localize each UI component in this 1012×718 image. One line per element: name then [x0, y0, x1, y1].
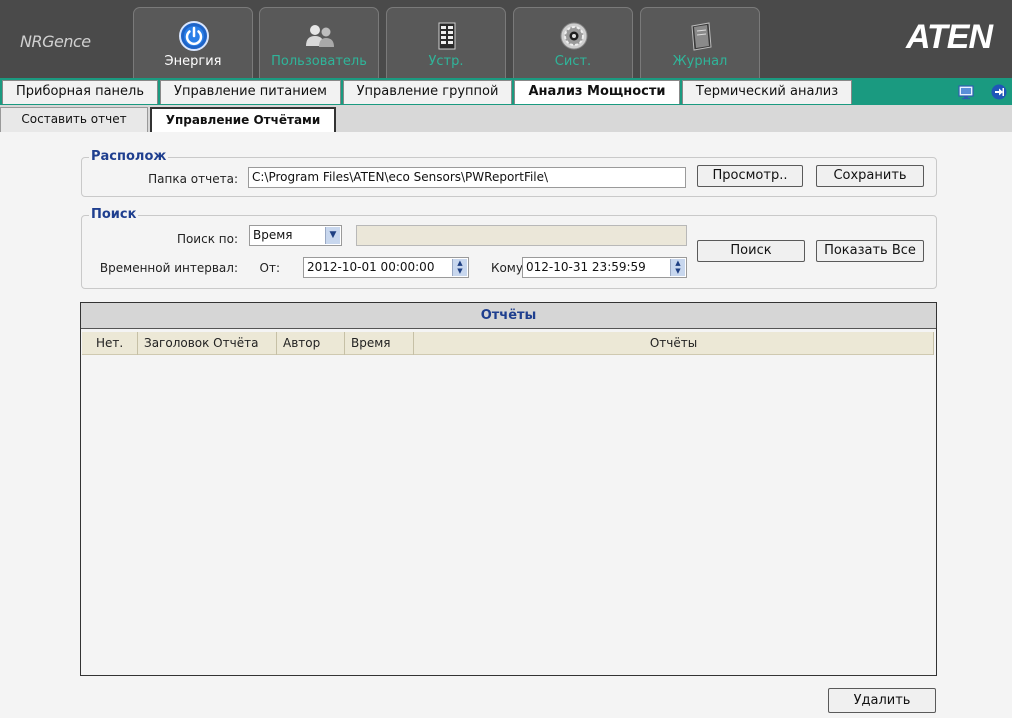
- location-group-title: Располож: [89, 149, 169, 164]
- search-text-input[interactable]: [356, 225, 687, 246]
- spin-up-icon[interactable]: ▲: [453, 259, 467, 267]
- report-navigation: Составить отчет Управление Отчётами: [0, 105, 1012, 132]
- subtab-power-management[interactable]: Управление питанием: [160, 80, 341, 104]
- reports-title: Отчёты: [81, 303, 936, 329]
- main-tab-system[interactable]: Сист.: [513, 7, 633, 78]
- tab-manage-reports[interactable]: Управление Отчётами: [150, 107, 336, 132]
- spin-down-icon[interactable]: ▼: [453, 267, 467, 275]
- users-icon: [306, 25, 334, 47]
- delete-button[interactable]: Удалить: [828, 688, 936, 713]
- column-header-reports[interactable]: Отчёты: [414, 332, 934, 355]
- from-datetime-input[interactable]: 2012-10-01 00:00:00 ▲ ▼: [303, 257, 469, 278]
- main-tab-label: Устр.: [428, 54, 464, 69]
- system-gear-icon: [560, 22, 588, 50]
- search-group: Поиск Поиск по: Время ▼ Временной интерв…: [81, 207, 937, 289]
- report-folder-label: Папка отчета:: [148, 172, 238, 186]
- column-header-author[interactable]: Автор: [277, 332, 345, 355]
- reports-table-header: Нет. Заголовок Отчёта Автор Время Отчёты: [82, 332, 934, 355]
- spin-down-icon[interactable]: ▼: [671, 267, 685, 275]
- search-by-label: Поиск по:: [176, 232, 238, 246]
- monitor-icon[interactable]: [958, 84, 974, 100]
- sub-navigation: Приборная панель Управление питанием Упр…: [0, 78, 1012, 105]
- subtab-group-management[interactable]: Управление группой: [343, 80, 512, 104]
- aten-logo: ATEN: [905, 18, 993, 56]
- top-header: NRGence Энергия Пользователь Устр. Сист.…: [0, 0, 1012, 78]
- to-datetime-input[interactable]: 012-10-31 23:59:59 ▲ ▼: [522, 257, 687, 278]
- browse-button[interactable]: Просмотр..: [697, 165, 803, 187]
- logout-icon[interactable]: [991, 84, 1007, 100]
- main-tab-label: Энергия: [164, 54, 222, 69]
- subtab-dashboard[interactable]: Приборная панель: [2, 80, 158, 104]
- from-spinner[interactable]: ▲ ▼: [452, 259, 467, 276]
- search-by-select[interactable]: Время ▼: [249, 225, 342, 246]
- column-header-time[interactable]: Время: [345, 332, 414, 355]
- subtab-power-analysis[interactable]: Анализ Мощности: [514, 80, 680, 104]
- spin-up-icon[interactable]: ▲: [671, 259, 685, 267]
- main-tab-energy[interactable]: Энергия: [133, 7, 253, 78]
- main-tab-label: Пользователь: [271, 54, 367, 69]
- from-datetime-value: 2012-10-01 00:00:00: [307, 260, 435, 274]
- main-tab-devices[interactable]: Устр.: [386, 7, 506, 78]
- nrgence-logo: NRGence: [20, 32, 91, 51]
- log-book-icon: [691, 22, 712, 51]
- search-by-value: Время: [253, 228, 293, 242]
- tab-create-report[interactable]: Составить отчет: [0, 107, 148, 132]
- main-tab-label: Сист.: [554, 54, 592, 69]
- to-label: Кому:: [490, 261, 527, 275]
- show-all-button[interactable]: Показать Все: [816, 240, 924, 262]
- column-header-title[interactable]: Заголовок Отчёта: [138, 332, 277, 355]
- main-tab-user[interactable]: Пользователь: [259, 7, 379, 78]
- to-datetime-value: 012-10-31 23:59:59: [526, 260, 646, 274]
- search-group-title: Поиск: [89, 207, 139, 222]
- column-header-no[interactable]: Нет.: [82, 332, 138, 355]
- save-button[interactable]: Сохранить: [816, 165, 924, 187]
- from-label: От:: [259, 261, 280, 275]
- search-button[interactable]: Поиск: [697, 240, 805, 262]
- report-folder-input[interactable]: C:\Program Files\ATEN\eco Sensors\PWRepo…: [248, 167, 686, 188]
- power-icon: [179, 21, 209, 51]
- time-interval-label: Временной интервал:: [99, 261, 238, 275]
- location-group: Располож Папка отчета: C:\Program Files\…: [81, 149, 937, 197]
- chevron-down-icon: ▼: [325, 227, 340, 244]
- to-spinner[interactable]: ▲ ▼: [670, 259, 685, 276]
- reports-table: Отчёты Нет. Заголовок Отчёта Автор Время…: [80, 302, 937, 676]
- main-tab-log[interactable]: Журнал: [640, 7, 760, 78]
- device-rack-icon: [438, 22, 456, 50]
- subtab-thermal-analysis[interactable]: Термический анализ: [682, 80, 852, 104]
- main-tab-label: Журнал: [672, 54, 728, 69]
